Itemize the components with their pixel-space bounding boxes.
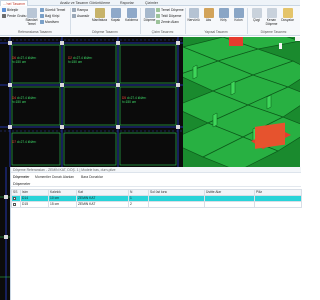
tab-slabs[interactable]: Döşemeler [13,174,29,180]
cell-floor: ZEMİN KAT [76,201,129,208]
lift-button[interactable]: Kaldırma [124,8,139,23]
cell-name: D15 [20,201,49,208]
panel-title: Döşeme Referansları - ZEMİN KAT, DÖŞ. 1 … [11,167,301,173]
ribbed-button[interactable]: Nervürlü [186,8,201,23]
lift-icon [126,8,137,18]
axis-icon [203,8,214,18]
manifold-icon [94,8,105,18]
elevator-button[interactable]: Asansör [72,14,89,19]
beam-button[interactable]: Kiriş [216,8,231,23]
foundation-slab-icon [156,8,160,13]
cell-top [204,201,255,208]
section-heading: Döşemeler [11,181,301,187]
table-header-row: SS İsim Kalınlık Kat N Sol üst kırsı Üst… [11,189,302,196]
tab-bar-reinforcement[interactable]: Bara Donatılar [81,174,103,180]
cell-top-left [148,201,205,208]
tie-beam-button[interactable]: Bağ Kirişi [40,14,59,19]
group-label-references: Referanslama Tasarımı [17,30,53,34]
merge-icon [2,8,6,13]
column-icon [233,8,244,18]
tab-moment-reinforcement[interactable]: Momentler Donatı Alanları [35,174,74,180]
column-button[interactable]: Kolon [231,8,246,23]
wall-group-icon [2,14,6,19]
cell-pile [254,201,302,208]
single-slab-icon [156,14,160,19]
ribbon: Birleştir Perde Grubu Standart Temel Sür… [0,6,300,36]
single-slab-button[interactable]: Tekil Döşeme [156,14,181,19]
slab-tag-d2[interactable]: D2 d=27.4 kN/m² h=150 cm [68,56,92,64]
ramp-button[interactable]: Rampa [72,8,88,13]
stair-icon [40,20,44,25]
slab-tag-d7[interactable]: D7 d=27.4 kN/m² [12,140,36,145]
folder-icon [282,8,293,18]
strip-footing-icon [40,8,44,13]
slab-tag-d5[interactable]: D5 d=27.4 kN/m² h=150 cm [122,96,146,104]
plan-view-strip[interactable] [0,167,10,300]
group-label-slab-design-2: Döşeme Tasarımı [260,30,287,34]
cell-thickness: 15 cm [48,201,77,208]
plan-strip-drawing [0,167,10,300]
edge-slab-icon [266,8,277,18]
footing-icon [26,8,37,18]
axis-button[interactable]: Aks [201,8,216,23]
files-button[interactable]: Dosyalar [280,8,295,23]
cell-n: 2 [128,201,149,208]
slab-tag-d4[interactable]: D4 d=27.4 kN/m² h=150 cm [12,96,36,104]
slab-tag-d6[interactable]: D6 d=27.4 kN/m² h=150 cm [12,56,36,64]
line-button[interactable]: Çizgi [249,8,264,23]
group-label-slab-design: Döşeme Tasarımı [92,30,118,34]
checkbox[interactable] [13,196,16,200]
manifold-button[interactable]: Manifatura [92,8,107,23]
tie-beam-icon [40,14,44,19]
line-icon [251,8,262,18]
3d-model [183,37,300,167]
row-checkbox[interactable] [11,201,21,208]
elevator-icon [72,14,76,19]
strip-footing-button[interactable]: Sürekli Temel [40,8,65,13]
cover-button[interactable]: Kapak [108,8,123,23]
slabs-table: SS İsim Kalınlık Kat N Sol üst kırsı Üst… [11,189,302,208]
ramp-icon [72,8,76,13]
foundation-slab-button[interactable]: Temel Döşeme [156,8,184,13]
3d-view-canvas[interactable] [183,37,300,167]
edge-slab-button[interactable]: Kenarı Döşeme [264,8,279,26]
slab-icon [144,8,155,18]
merge-button[interactable]: Birleştir [2,8,18,13]
stair-button[interactable]: Mardiven [40,20,59,25]
wall-group-button[interactable]: Perde Grubu [2,14,26,19]
beam-icon [218,8,229,18]
panel-tab-bar: Döşemeler Momentler Donatı Alanları Bara… [11,174,301,180]
cover-icon [110,8,121,18]
slab-button[interactable]: Döşeme [142,8,157,23]
table-row[interactable]: D15 15 cm ZEMİN KAT 2 [11,201,302,208]
checkbox[interactable] [13,202,16,206]
plan-view-canvas[interactable]: D6 d=27.4 kN/m² h=150 cm D2 d=27.4 kN/m²… [0,37,183,167]
standard-footing-button[interactable]: Standart Temel [24,8,39,26]
ground-area-icon [156,20,160,25]
ground-area-button[interactable]: Zemin Alanı [156,20,179,25]
slab-references-panel: Döşeme Referansları - ZEMİN KAT, DÖŞ. 1 … [10,167,302,300]
group-label-drawing-design: Çizim Tasarımı [151,30,174,34]
group-label-structural: Yapısal Tasarım [204,30,228,34]
ribbed-icon [188,8,199,18]
